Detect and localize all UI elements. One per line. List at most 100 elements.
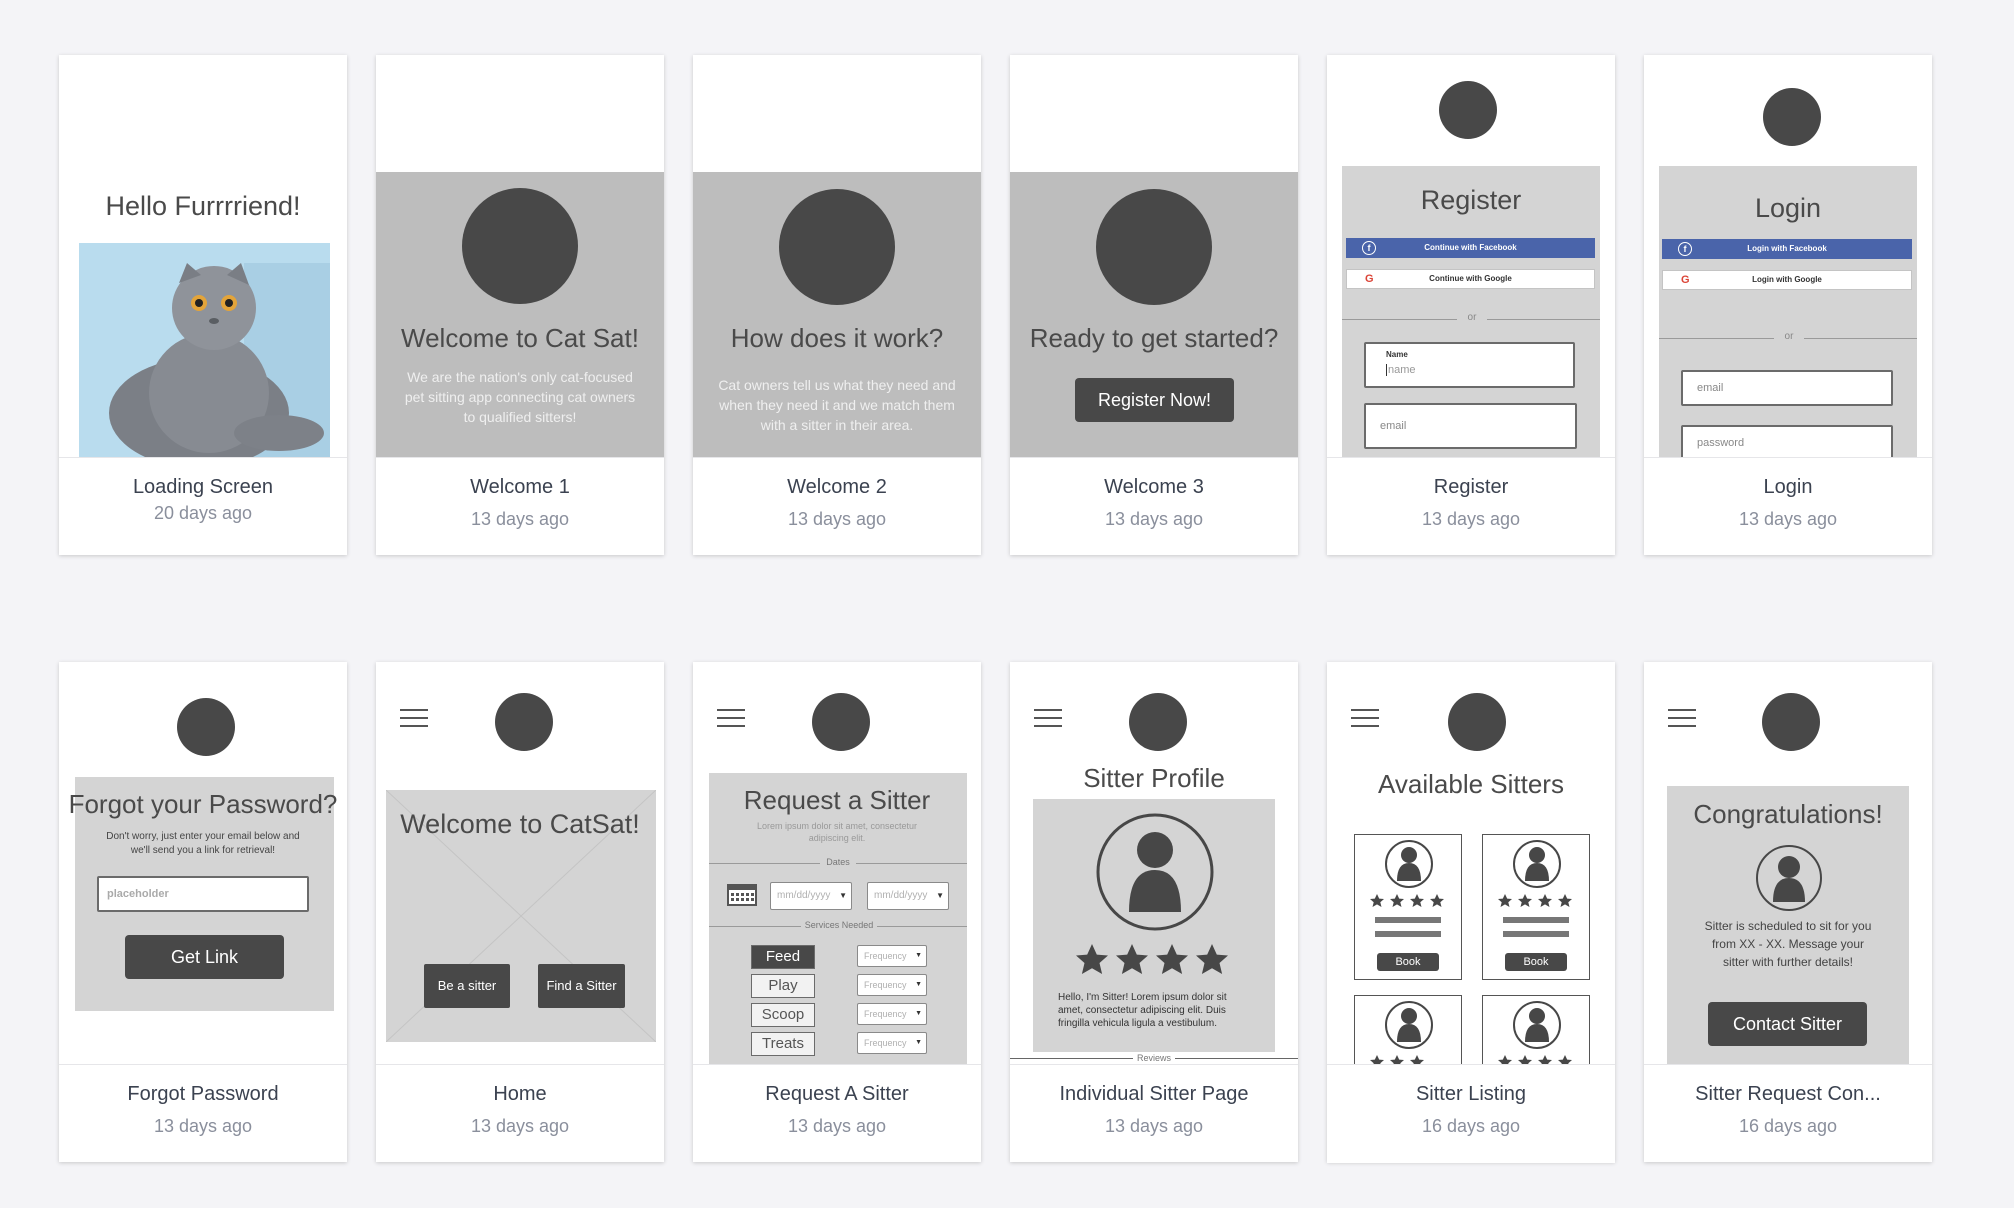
name-field[interactable]: Name name [1364,342,1575,388]
service-play[interactable]: Play [751,974,815,998]
card-caption: Request A Sitter 13 days ago [693,1064,981,1163]
be-a-sitter-button[interactable]: Be a sitter [424,964,510,1008]
forgot-body: Don't worry, just enter your email below… [106,831,300,856]
card-caption: Welcome 2 13 days ago [693,457,981,556]
card-loading-screen[interactable]: Hello Furrrriend! Loading Screen 20 days… [59,55,347,555]
facebook-label: Continue with Facebook [1424,243,1517,252]
chevron-down-icon: ▼ [839,891,847,900]
reviews-label: Reviews [1136,1053,1171,1063]
card-title: Home [493,1083,547,1105]
register-now-button[interactable]: Register Now! [1075,378,1234,422]
contact-sitter-button[interactable]: Contact Sitter [1708,1002,1867,1046]
card-request-a-sitter[interactable]: Request a Sitter Lorem ipsum dolor sit a… [693,662,981,1162]
end-date-select[interactable]: mm/dd/yyyy ▼ [867,882,949,910]
facebook-icon: f [1362,241,1376,255]
card-welcome-1[interactable]: Welcome to Cat Sat! We are the nation's … [376,55,664,555]
card-caption: Home 13 days ago [376,1064,664,1163]
book-button[interactable]: Book [1505,953,1567,971]
avatar-icon [1385,840,1433,888]
thumbnail: Login f Login with Facebook G Login with… [1644,55,1932,457]
card-welcome-2[interactable]: How does it work? Cat owners tell us wha… [693,55,981,555]
play-frequency-select[interactable]: Frequency ▼ [857,974,927,996]
feed-frequency-select[interactable]: Frequency ▼ [857,945,927,967]
hello-heading: Hello Furrrriend! [105,191,301,221]
reviews-divider-right [1175,1058,1298,1059]
facebook-button[interactable]: f Login with Facebook [1662,239,1912,259]
card-sitter-listing[interactable]: Available Sitters Book Book Sitter Listi… [1327,662,1615,1163]
logo-circle [1763,88,1821,146]
card-register[interactable]: Register f Continue with Facebook G Cont… [1327,55,1615,555]
thumbnail: Request a Sitter Lorem ipsum dolor sit a… [693,662,981,1064]
sitter-bio: Hello, I'm Sitter! Lorem ipsum dolor sit… [1058,992,1227,1029]
find-a-sitter-button[interactable]: Find a Sitter [538,964,625,1008]
end-date-placeholder: mm/dd/yyyy [874,890,928,901]
password-field[interactable]: password [1681,425,1893,457]
logo-circle [1096,189,1212,305]
avatar-icon [1385,1001,1433,1049]
card-title: Forgot Password [127,1083,279,1105]
chevron-down-icon: ▼ [915,952,922,959]
facebook-button[interactable]: f Continue with Facebook [1346,238,1595,258]
email-field[interactable]: placeholder [97,876,309,912]
card-title: Welcome 3 [1104,476,1204,498]
avatar-icon [1756,845,1822,911]
divider-right [1804,338,1917,339]
frequency-placeholder: Frequency [864,1038,907,1048]
card-sitter-request-confirmation[interactable]: Congratulations! Sitter is scheduled to … [1644,662,1932,1162]
card-welcome-3[interactable]: Ready to get started? Register Now! Welc… [1010,55,1298,555]
rating-stars-icon [1370,1055,1424,1064]
google-label: Login with Google [1752,275,1822,284]
logo-circle [177,698,235,756]
name-label: Name [1386,350,1408,359]
or-label: or [1467,312,1477,323]
rating-stars-icon [1076,944,1228,974]
scoop-frequency-select[interactable]: Frequency ▼ [857,1003,927,1025]
hamburger-menu-icon[interactable] [1351,709,1379,727]
service-scoop[interactable]: Scoop [751,1003,815,1027]
forgot-heading: Forgot your Password? [68,789,338,819]
google-button[interactable]: G Login with Google [1662,270,1912,290]
sitter-card[interactable] [1482,995,1590,1064]
thumbnail: Hello Furrrriend! [59,55,347,457]
google-button[interactable]: G Continue with Google [1346,269,1595,289]
sitter-card[interactable]: Book [1354,834,1462,980]
card-date: 13 days ago [1738,509,1838,529]
hamburger-menu-icon[interactable] [717,709,745,727]
facebook-icon: f [1678,242,1692,256]
frequency-placeholder: Frequency [864,1009,907,1019]
book-button[interactable]: Book [1377,953,1439,971]
card-caption: Welcome 3 13 days ago [1010,457,1298,556]
services-divider-left [709,926,801,927]
confirm-body: Sitter is scheduled to sit for you from … [1704,919,1872,969]
card-individual-sitter-page[interactable]: Sitter Profile Hello, I'm Sitter! Lorem … [1010,662,1298,1162]
service-feed[interactable]: Feed [751,945,815,969]
card-login[interactable]: Login f Login with Facebook G Login with… [1644,55,1932,555]
hamburger-menu-icon[interactable] [1034,709,1062,727]
logo-circle [462,188,578,304]
start-date-select[interactable]: mm/dd/yyyy ▼ [770,882,852,910]
dates-divider-left [709,863,820,864]
thumbnail: Register f Continue with Facebook G Cont… [1327,55,1615,457]
hamburger-menu-icon[interactable] [1668,709,1696,727]
get-link-button[interactable]: Get Link [125,935,284,979]
email-field[interactable]: email [1364,403,1577,449]
card-date: 13 days ago [1104,509,1204,529]
avatar-icon [1513,840,1561,888]
welcome-heading: How does it work? [730,323,944,353]
sitter-card[interactable]: Book [1482,834,1590,980]
card-caption: Sitter Request Con... 16 days ago [1644,1064,1932,1163]
card-title: Welcome 2 [787,476,887,498]
card-date: 16 days ago [1421,1116,1521,1136]
email-field[interactable]: email [1681,370,1893,406]
text-line [1503,917,1569,923]
service-treats[interactable]: Treats [751,1032,815,1056]
card-home[interactable]: Welcome to CatSat! Be a sitter Find a Si… [376,662,664,1162]
logo-circle [812,693,870,751]
welcome-body: We are the nation's only cat-focused pet… [404,369,636,425]
hamburger-menu-icon[interactable] [400,709,428,727]
sitter-card[interactable] [1354,995,1462,1064]
services-label: Services Needed [804,920,874,930]
card-forgot-password[interactable]: Forgot your Password? Don't worry, just … [59,662,347,1162]
reviews-divider-left [1010,1058,1133,1059]
treats-frequency-select[interactable]: Frequency ▼ [857,1032,927,1054]
